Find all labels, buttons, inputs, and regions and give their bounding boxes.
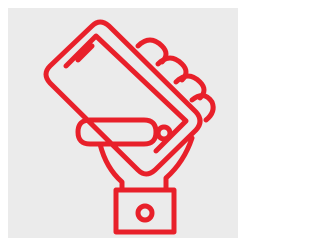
hand-holding-smartphone-icon [43,19,216,235]
image-frame [0,0,246,246]
cuff-button [135,203,155,223]
phone-home-button [155,124,173,142]
cuff-outline [113,187,177,235]
phone-body [43,19,203,177]
icon-tile [8,8,238,238]
sleeve-cuff [113,187,177,235]
smartphone-icon [43,19,203,177]
